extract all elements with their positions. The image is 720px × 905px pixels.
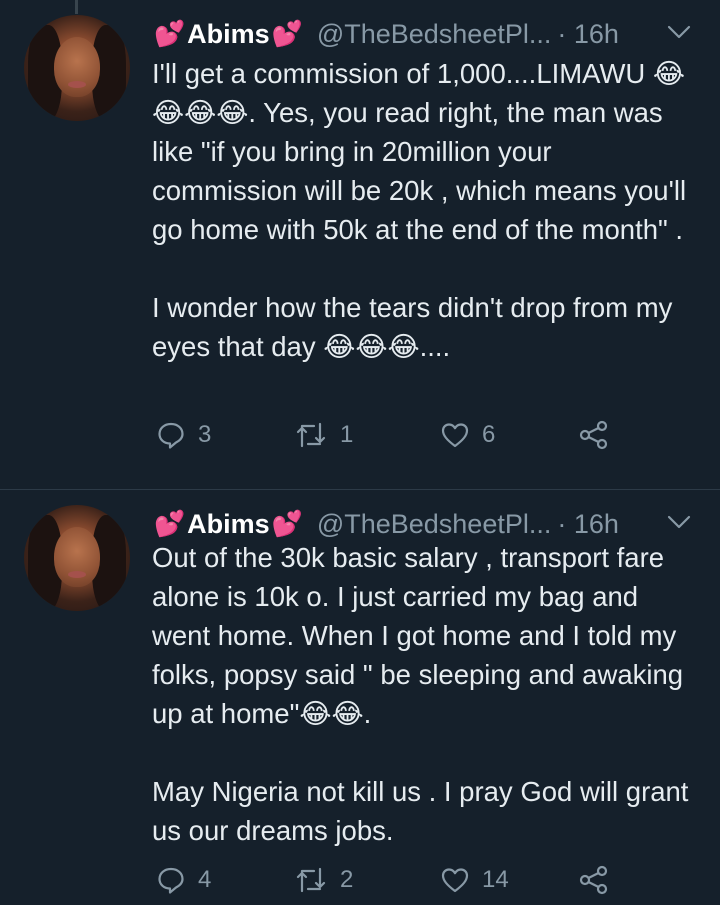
share-icon (579, 420, 608, 450)
reply-count: 4 (198, 866, 212, 893)
tweet-actions: 3 1 6 (152, 420, 672, 460)
share-button[interactable] (578, 420, 610, 450)
user-handle[interactable]: @TheBedsheetPl... (317, 509, 552, 540)
avatar-face (54, 527, 100, 587)
reply-count: 3 (198, 421, 212, 448)
heart-emoji: 💕 (271, 509, 303, 538)
reply-icon (158, 422, 184, 449)
heart-emoji: 💕 (154, 19, 186, 48)
timestamp[interactable]: · 16h (557, 19, 619, 50)
like-button[interactable]: 6 (440, 420, 495, 450)
tweet-actions: 4 2 14 (152, 865, 672, 905)
display-name[interactable]: Abims (187, 19, 270, 50)
tweet-header: 💕 Abims 💕 @TheBedsheetPl... · 16h (152, 16, 619, 52)
retweet-icon (296, 422, 326, 448)
avatar[interactable] (24, 15, 130, 121)
retweet-count: 2 (340, 866, 354, 893)
tweet-text: I'll get a commission of 1,000....LIMAWU… (152, 58, 687, 362)
heart-icon (441, 868, 469, 893)
heart-icon (441, 423, 469, 448)
like-count: 6 (482, 421, 496, 448)
retweet-count: 1 (340, 421, 354, 448)
avatar-face (54, 37, 100, 97)
heart-emoji: 💕 (271, 19, 303, 48)
timestamp[interactable]: · 16h (557, 509, 619, 540)
reply-button[interactable]: 3 (156, 420, 211, 450)
tweet-header: 💕 Abims 💕 @TheBedsheetPl... · 16h (152, 506, 619, 542)
chevron-down-icon[interactable] (666, 512, 692, 532)
avatar-lips (68, 81, 86, 88)
share-icon (579, 865, 608, 895)
heart-emoji: 💕 (154, 509, 186, 538)
retweet-button[interactable]: 1 (294, 420, 353, 450)
user-handle[interactable]: @TheBedsheetPl... (317, 19, 552, 50)
avatar[interactable] (24, 505, 130, 611)
display-name[interactable]: Abims (187, 509, 270, 540)
chevron-down-icon[interactable] (666, 22, 692, 42)
tweet-divider (0, 489, 720, 490)
retweet-icon (296, 867, 326, 893)
reply-button[interactable]: 4 (156, 865, 211, 895)
retweet-button[interactable]: 2 (294, 865, 353, 895)
avatar-lips (68, 571, 86, 578)
thread-connector (75, 0, 78, 14)
share-button[interactable] (578, 865, 610, 895)
like-button[interactable]: 14 (440, 865, 509, 895)
like-count: 14 (482, 866, 509, 893)
reply-icon (158, 867, 184, 894)
tweet-text: Out of the 30k basic salary , transport … (152, 542, 689, 846)
